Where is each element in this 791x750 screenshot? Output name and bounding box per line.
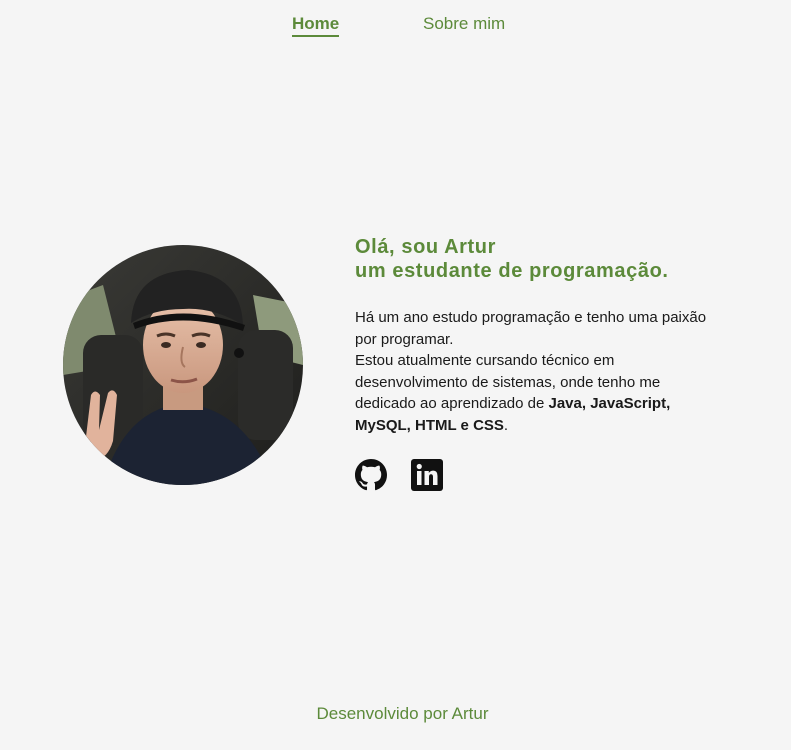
intro-section: Olá, sou Artur um estudante de programaç… — [355, 235, 755, 436]
top-nav: Home Sobre mim — [0, 14, 791, 40]
bio-paragraph-2: Estou atualmente cursando técnico em des… — [355, 350, 715, 436]
github-link[interactable] — [355, 459, 387, 491]
footer-credit: Desenvolvido por Artur — [316, 704, 489, 723]
avatar-photo — [63, 245, 303, 485]
nav-about-link[interactable]: Sobre mim — [423, 14, 505, 34]
bio-paragraph-1: Há um ano estudo programação e tenho uma… — [355, 309, 707, 348]
linkedin-link[interactable] — [411, 459, 443, 491]
bio-paragraph-2-end: . — [503, 416, 509, 434]
footer: Desenvolvido por Artur — [0, 704, 791, 724]
linkedin-icon — [411, 459, 443, 491]
avatar — [63, 245, 303, 485]
greeting-line-1: Olá, sou Artur — [355, 236, 497, 258]
intro-heading: Olá, sou Artur um estudante de programaç… — [355, 235, 755, 283]
greeting-line-2: um estudante de programação. — [355, 260, 669, 282]
github-icon — [355, 459, 387, 491]
nav-home-link[interactable]: Home — [292, 14, 340, 37]
bio: Há um ano estudo programação e tenho uma… — [355, 307, 715, 436]
